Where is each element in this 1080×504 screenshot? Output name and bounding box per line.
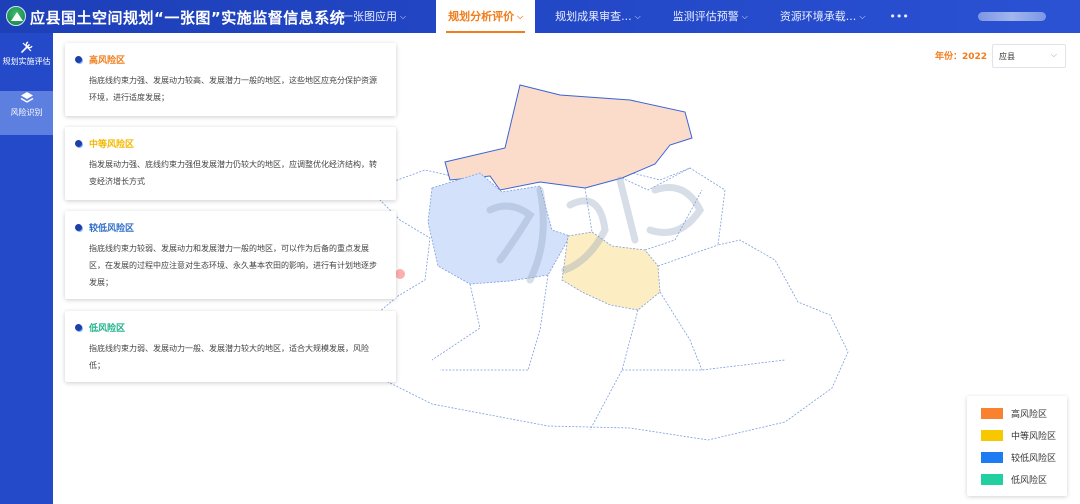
watermark-logo <box>486 176 705 284</box>
card-title: 较低风险区 <box>89 224 135 234</box>
card-title: 低风险区 <box>89 324 126 334</box>
risk-card-lower: 较低风险区 指底线约束力较弱、发展动力和发展潜力一般的地区，可以作为后备的重点发… <box>65 211 396 299</box>
bullet-icon <box>75 140 82 147</box>
sidebar-item-risk-identification[interactable]: 风险识别 <box>0 91 53 135</box>
chevron-down-icon: ⌵ <box>517 12 524 21</box>
bullet-icon <box>75 56 82 63</box>
legend-swatch <box>981 429 1003 441</box>
layers-icon <box>20 91 34 105</box>
legend-label: 高风险区 <box>1011 409 1048 420</box>
risk-card-medium: 中等风险区 指发展动力强、底线约束力强但发展潜力仍较大的地区，应调整优化经济结构… <box>65 127 396 200</box>
legend-label: 较低风险区 <box>1011 453 1057 464</box>
risk-card-high: 高风险区 指底线约束力强、发展动力较高、发展潜力一般的地区，这些地区应充分保护资… <box>65 43 396 116</box>
sidebar: 规划实施评估 风险识别 <box>0 33 53 504</box>
card-description: 指底线约束力弱、发展动力一般、发展潜力较大的地区，适合大规模发展，风险低； <box>89 344 369 370</box>
location-marker <box>395 269 405 279</box>
app-title: 应县国土空间规划“一张图”实施监督信息系统 <box>30 9 346 27</box>
year-label: 年份：2022 <box>935 52 988 62</box>
card-description: 指发展动力强、底线约束力强但发展潜力仍较大的地区，应调整优化经济结构，转变经济增… <box>89 160 377 186</box>
top-nav: 一张图应用 ⌵ 规划分析评价 ⌵ 规划成果审查... ⌵ 监测评估预警 ⌵ 资源环境承载… <box>330 0 921 33</box>
map-legend: 高风险区 中等风险区 较低风险区 低风险区 <box>967 396 1067 496</box>
sidebar-item-implementation-evaluation[interactable]: 规划实施评估 <box>0 40 53 84</box>
nav-item-map-application[interactable]: 一张图应用 ⌵ <box>330 0 418 33</box>
legend-label: 低风险区 <box>1011 475 1048 486</box>
user-account[interactable] <box>978 12 1046 21</box>
legend-item-medium: 中等风险区 <box>981 429 1057 442</box>
bullet-icon <box>75 324 82 331</box>
chevron-down-icon: ⌵ <box>1050 50 1057 59</box>
legend-label: 中等风险区 <box>1011 431 1057 442</box>
legend-item-high: 高风险区 <box>981 407 1048 420</box>
bullet-icon <box>75 224 82 231</box>
legend-swatch <box>981 407 1003 419</box>
card-description: 指底线约束力较弱、发展动力和发展潜力一般的地区，可以作为后备的重点发展区，在发展… <box>89 244 377 287</box>
nav-item-resource-capacity[interactable]: 资源环境承载... ⌵ <box>768 0 878 33</box>
more-icon: ••• <box>889 10 909 23</box>
sidebar-item-label: 规划实施评估 <box>2 57 51 66</box>
chevron-down-icon: ⌵ <box>859 12 866 21</box>
app-header: 应县国土空间规划“一张图”实施监督信息系统 一张图应用 ⌵ 规划分析评价 ⌵ 规划成… <box>0 0 1080 33</box>
region-select-value: 应县 <box>999 52 1015 61</box>
nav-label: 监测评估预警 <box>672 10 739 23</box>
nav-item-plan-review[interactable]: 规划成果审查... ⌵ <box>543 0 653 33</box>
chevron-down-icon: ⌵ <box>634 12 641 21</box>
nav-item-monitoring-warning[interactable]: 监测评估预警 ⌵ <box>661 0 760 33</box>
nav-label: 一张图应用 <box>342 10 397 23</box>
card-title: 中等风险区 <box>89 140 135 150</box>
legend-item-lower: 较低风险区 <box>981 451 1057 464</box>
nav-label: 规划分析评价 <box>448 10 515 23</box>
legend-swatch <box>981 451 1003 463</box>
risk-card-low: 低风险区 指底线约束力弱、发展动力一般、发展潜力较大的地区，适合大规模发展，风险… <box>65 311 396 382</box>
legend-swatch <box>981 473 1003 485</box>
nav-label: 资源环境承载... <box>779 10 857 23</box>
nav-item-planning-analysis[interactable]: 规划分析评价 ⌵ <box>436 0 536 33</box>
region-select[interactable]: 应县 ⌵ <box>992 44 1066 68</box>
chevron-down-icon: ⌵ <box>741 12 748 21</box>
sidebar-item-label: 风险识别 <box>10 108 43 117</box>
legend-item-low: 低风险区 <box>981 473 1048 486</box>
tools-icon <box>20 40 34 54</box>
chevron-down-icon: ⌵ <box>400 12 407 21</box>
nav-more-button[interactable]: ••• <box>877 0 920 33</box>
card-description: 指底线约束力强、发展动力较高、发展潜力一般的地区，这些地区应充分保护资源环境，进… <box>89 76 377 102</box>
card-title: 高风险区 <box>89 56 126 66</box>
logo-icon <box>6 6 26 26</box>
nav-label: 规划成果审查... <box>555 10 632 23</box>
